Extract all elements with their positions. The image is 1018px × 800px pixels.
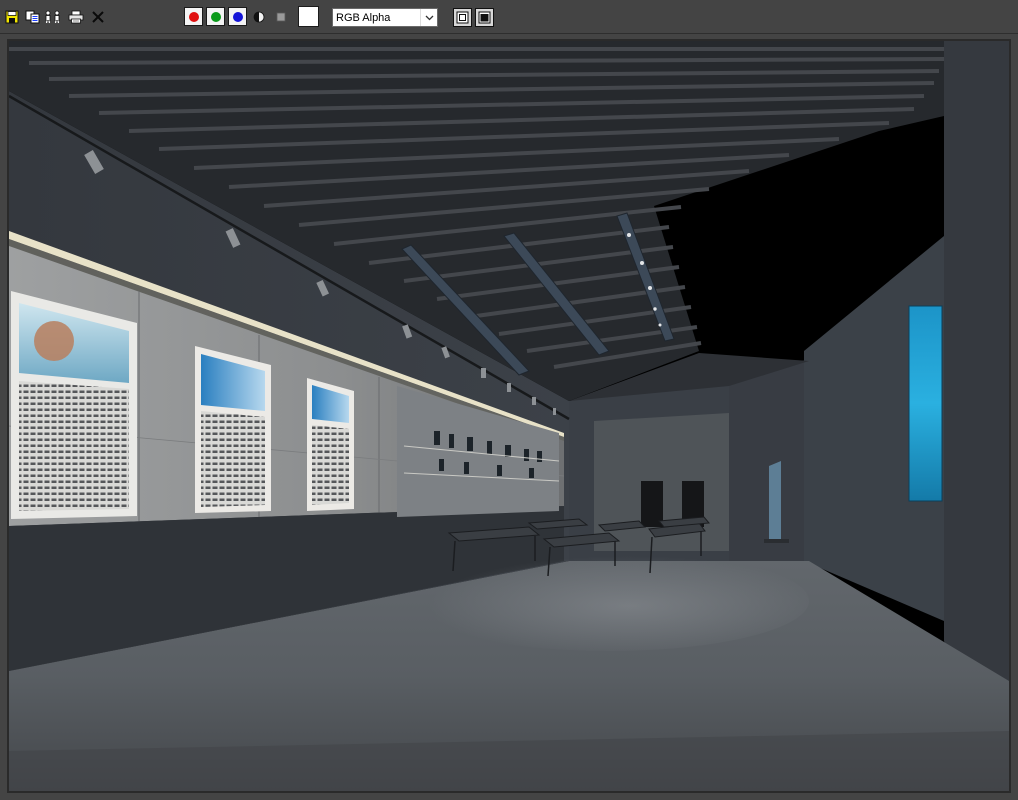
red-channel-icon xyxy=(188,11,199,22)
clear-frame-button[interactable] xyxy=(89,7,107,27)
copy-image-icon xyxy=(25,10,39,24)
monochrome-icon xyxy=(253,11,265,23)
channel-display-value: RGB Alpha xyxy=(336,11,391,24)
clear-x-icon xyxy=(92,11,104,23)
clone-frame-window-icon xyxy=(45,10,60,24)
save-image-button[interactable] xyxy=(3,7,21,27)
channel-display-dropdown[interactable]: RGB Alpha xyxy=(332,8,438,27)
red-channel-button[interactable] xyxy=(184,7,203,26)
monochrome-button[interactable] xyxy=(250,7,268,27)
display-overlay-button[interactable] xyxy=(453,8,472,27)
print-image-button[interactable] xyxy=(67,7,85,27)
render-toolbar: RGB Alpha xyxy=(0,0,1018,34)
render-frame-window: RGB Alpha xyxy=(0,0,1018,800)
display-overlay-icon xyxy=(456,11,469,24)
clone-frame-button[interactable] xyxy=(44,7,62,27)
chevron-down-icon xyxy=(420,9,437,26)
copy-image-button[interactable] xyxy=(23,7,41,27)
green-channel-icon xyxy=(210,11,221,22)
display-background-button[interactable] xyxy=(475,8,494,27)
alpha-toggle-button[interactable] xyxy=(272,7,290,27)
alpha-toggle-icon xyxy=(276,12,286,22)
blue-channel-button[interactable] xyxy=(228,7,247,26)
pixel-color-swatch[interactable] xyxy=(298,6,319,27)
blue-channel-icon xyxy=(232,11,243,22)
print-icon xyxy=(68,10,84,24)
save-disk-icon xyxy=(5,10,19,24)
rendered-exhibition-hall-image[interactable] xyxy=(9,41,1009,791)
display-background-icon xyxy=(478,11,491,24)
green-channel-button[interactable] xyxy=(206,7,225,26)
